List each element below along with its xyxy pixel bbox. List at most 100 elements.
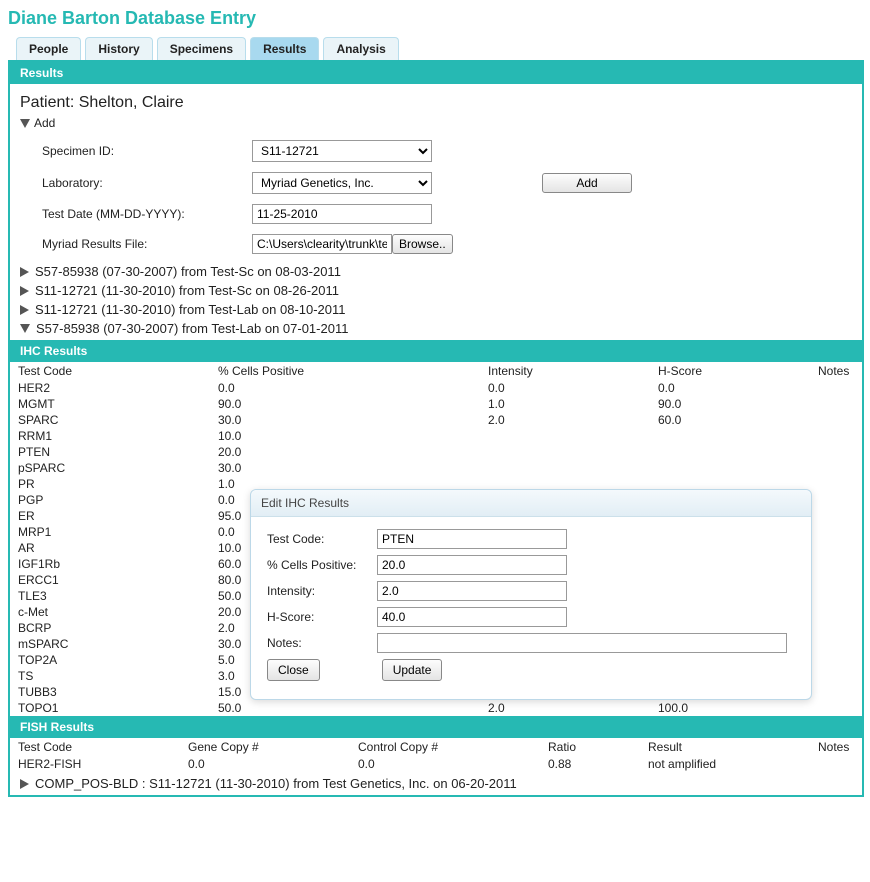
dlg-notes-label: Notes: bbox=[267, 636, 377, 650]
tree-row[interactable]: S57-85938 (07-30-2007) from Test-Sc on 0… bbox=[20, 264, 852, 279]
table-row[interactable]: SPARC30.02.060.0 bbox=[10, 412, 862, 428]
close-button[interactable]: Close bbox=[267, 659, 320, 681]
dlg-intensity-input[interactable] bbox=[377, 581, 567, 601]
cell bbox=[810, 428, 862, 444]
tree-row[interactable]: S11-12721 (11-30-2010) from Test-Sc on 0… bbox=[20, 283, 852, 298]
cell: 0.0 bbox=[350, 756, 540, 772]
dlg-hscore-input[interactable] bbox=[377, 607, 567, 627]
dlg-notes-input[interactable] bbox=[377, 633, 787, 653]
tab-history[interactable]: History bbox=[85, 37, 152, 60]
laboratory-label: Laboratory: bbox=[42, 176, 252, 190]
add-label: Add bbox=[34, 116, 55, 130]
table-row[interactable]: MGMT90.01.090.0 bbox=[10, 396, 862, 412]
cell: c-Met bbox=[10, 604, 210, 620]
cell: 20.0 bbox=[210, 444, 480, 460]
cell: 0.88 bbox=[540, 756, 640, 772]
ihc-header: H-Score bbox=[650, 362, 810, 380]
table-row[interactable]: pSPARC30.0 bbox=[10, 460, 862, 476]
ihc-header: Notes bbox=[810, 362, 862, 380]
cell bbox=[810, 588, 862, 604]
laboratory-select[interactable]: Myriad Genetics, Inc. bbox=[252, 172, 432, 194]
cell bbox=[650, 460, 810, 476]
tree-row[interactable]: S11-12721 (11-30-2010) from Test-Lab on … bbox=[20, 302, 852, 317]
chevron-right-icon bbox=[20, 305, 29, 315]
bottom-tree-row[interactable]: COMP_POS-BLD : S11-12721 (11-30-2010) fr… bbox=[20, 776, 852, 791]
cell bbox=[810, 556, 862, 572]
cell: SPARC bbox=[10, 412, 210, 428]
specimen-id-select[interactable]: S11-12721 bbox=[252, 140, 432, 162]
dlg-intensity-label: Intensity: bbox=[267, 584, 377, 598]
tab-bar: PeopleHistorySpecimensResultsAnalysis bbox=[16, 37, 862, 60]
cell bbox=[810, 620, 862, 636]
cell bbox=[810, 460, 862, 476]
cell bbox=[810, 540, 862, 556]
cell: 0.0 bbox=[210, 380, 480, 396]
add-button[interactable]: Add bbox=[542, 173, 632, 193]
table-row[interactable]: HER2-FISH0.00.00.88not amplified bbox=[10, 756, 862, 772]
cell bbox=[810, 572, 862, 588]
cell bbox=[810, 412, 862, 428]
cell: 0.0 bbox=[180, 756, 350, 772]
table-row[interactable]: RRM110.0 bbox=[10, 428, 862, 444]
fish-header: Control Copy # bbox=[350, 738, 540, 756]
tab-analysis[interactable]: Analysis bbox=[323, 37, 398, 60]
cell: mSPARC bbox=[10, 636, 210, 652]
fish-header: Ratio bbox=[540, 738, 640, 756]
cell bbox=[810, 476, 862, 492]
cell: BCRP bbox=[10, 620, 210, 636]
dlg-testcode-input[interactable] bbox=[377, 529, 567, 549]
section-header-results: Results bbox=[10, 62, 862, 84]
cell: TOPO1 bbox=[10, 700, 210, 716]
cell: 50.0 bbox=[210, 700, 480, 716]
section-header-fish: FISH Results bbox=[10, 716, 862, 738]
cell bbox=[480, 460, 650, 476]
cell bbox=[810, 380, 862, 396]
cell: 2.0 bbox=[480, 412, 650, 428]
cell: PR bbox=[10, 476, 210, 492]
fish-header: Notes bbox=[810, 738, 862, 756]
cell: TS bbox=[10, 668, 210, 684]
tree-label: S57-85938 (07-30-2007) from Test-Lab on … bbox=[36, 321, 348, 336]
cell: 10.0 bbox=[210, 428, 480, 444]
update-button[interactable]: Update bbox=[382, 659, 443, 681]
cell: 90.0 bbox=[650, 396, 810, 412]
test-date-input[interactable] bbox=[252, 204, 432, 224]
fish-header: Result bbox=[640, 738, 810, 756]
tab-specimens[interactable]: Specimens bbox=[157, 37, 246, 60]
cell bbox=[810, 652, 862, 668]
cell bbox=[810, 524, 862, 540]
results-file-input[interactable] bbox=[252, 234, 392, 254]
specimen-id-label: Specimen ID: bbox=[42, 144, 252, 158]
cell: 90.0 bbox=[210, 396, 480, 412]
table-row[interactable]: PTEN20.0 bbox=[10, 444, 862, 460]
cell: 30.0 bbox=[210, 460, 480, 476]
cell: TLE3 bbox=[10, 588, 210, 604]
cell: PGP bbox=[10, 492, 210, 508]
tab-people[interactable]: People bbox=[16, 37, 81, 60]
chevron-right-icon bbox=[20, 286, 29, 296]
table-row[interactable]: TOPO150.02.0100.0 bbox=[10, 700, 862, 716]
cell bbox=[650, 444, 810, 460]
tab-results[interactable]: Results bbox=[250, 37, 319, 60]
cell: ER bbox=[10, 508, 210, 524]
chevron-down-icon bbox=[20, 324, 30, 333]
cell bbox=[810, 604, 862, 620]
tree-label: S11-12721 (11-30-2010) from Test-Sc on 0… bbox=[35, 283, 339, 298]
cell: MRP1 bbox=[10, 524, 210, 540]
browse-button[interactable]: Browse.. bbox=[392, 234, 453, 254]
tree-row[interactable]: S57-85938 (07-30-2007) from Test-Lab on … bbox=[20, 321, 852, 336]
dlg-pct-input[interactable] bbox=[377, 555, 567, 575]
dlg-hscore-label: H-Score: bbox=[267, 610, 377, 624]
dlg-testcode-label: Test Code: bbox=[267, 532, 377, 546]
chevron-right-icon bbox=[20, 779, 29, 789]
specimen-tree: S57-85938 (07-30-2007) from Test-Sc on 0… bbox=[10, 264, 862, 336]
table-row[interactable]: HER20.00.00.0 bbox=[10, 380, 862, 396]
section-header-ihc: IHC Results bbox=[10, 340, 862, 362]
cell: ERCC1 bbox=[10, 572, 210, 588]
add-form: Specimen ID: S11-12721 Laboratory: Myria… bbox=[42, 140, 852, 254]
patient-label: Patient: Shelton, Claire bbox=[20, 94, 852, 112]
cell bbox=[810, 684, 862, 700]
add-toggle[interactable]: Add bbox=[20, 116, 852, 130]
edit-ihc-dialog: Edit IHC Results Test Code: % Cells Posi… bbox=[250, 489, 812, 700]
cell: AR bbox=[10, 540, 210, 556]
